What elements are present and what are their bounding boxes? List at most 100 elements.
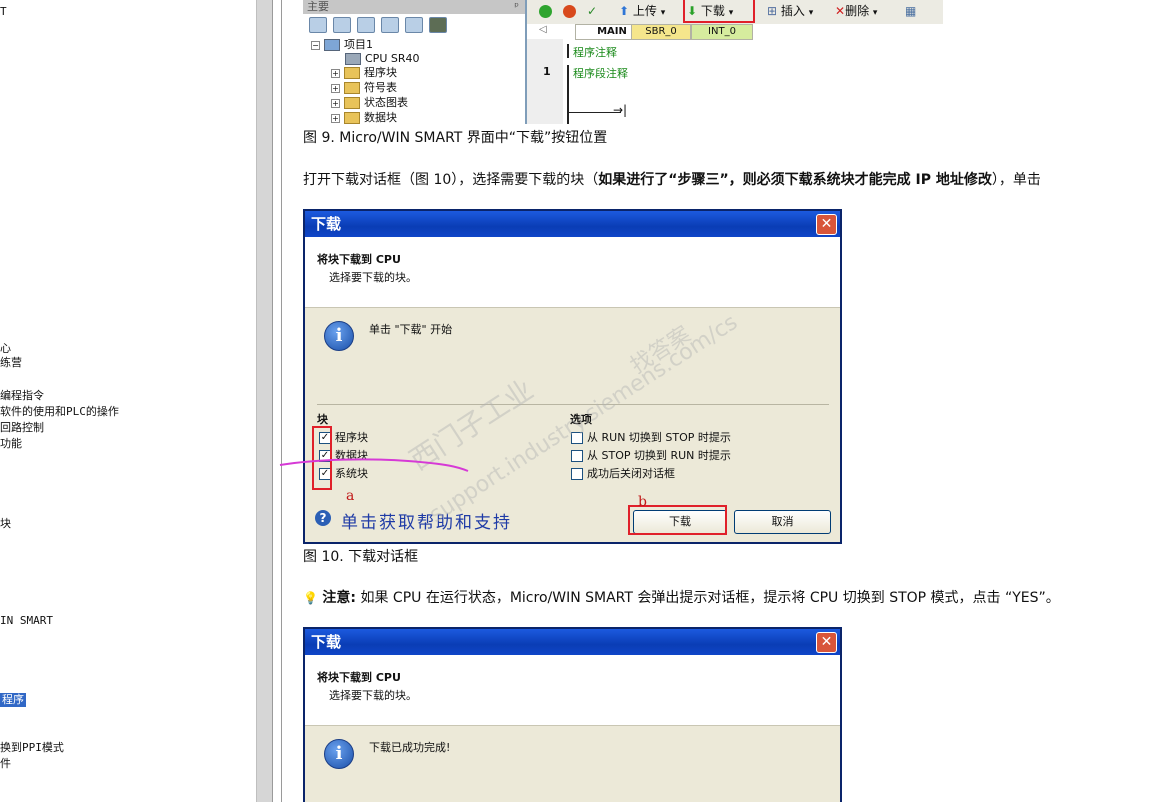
separator xyxy=(317,404,829,405)
delete-button[interactable]: ✕删除 ▾ xyxy=(835,2,877,21)
expand-icon[interactable]: + xyxy=(331,113,340,123)
tree-node-label: 数据块 xyxy=(364,111,397,124)
dialog-titlebar[interactable]: 下载 xyxy=(305,629,840,655)
paragraph-text: 打开下载对话框（图 10），选择需要下载的块（ xyxy=(303,172,599,188)
note-label: 注意: xyxy=(322,590,357,606)
comment-marker xyxy=(567,44,569,58)
cpu-icon xyxy=(345,53,361,65)
folder-icon xyxy=(344,67,360,79)
dialog-header-subtitle: 选择要下载的块。 xyxy=(329,689,417,702)
folder-icon xyxy=(344,112,360,124)
checkbox-label: 成功后关闭对话框 xyxy=(587,467,675,480)
note-paragraph: 💡 注意: 如果 CPU 在运行状态，Micro/WIN SMART 会弹出提示… xyxy=(303,587,1060,607)
checkbox-run-to-stop[interactable]: 从 RUN 切换到 STOP 时提示 xyxy=(571,431,731,445)
power-rail xyxy=(567,65,569,124)
close-icon[interactable]: ✕ xyxy=(816,214,837,235)
folder-icon xyxy=(344,97,360,109)
tree-node-data-block[interactable]: + 数据块 xyxy=(331,111,397,124)
splitter-bar[interactable] xyxy=(256,0,273,802)
help-icon[interactable]: ? xyxy=(315,510,331,526)
run-icon[interactable] xyxy=(539,2,552,21)
project-tree-toolbar xyxy=(309,17,453,35)
dialog-titlebar[interactable]: 下载 xyxy=(305,211,840,237)
checkbox-unchecked-icon[interactable] xyxy=(571,468,583,480)
pin-icon[interactable]: ᵖ xyxy=(514,0,519,14)
tab-sbr0[interactable]: SBR_0 xyxy=(631,24,691,40)
stop-icon[interactable] xyxy=(563,2,576,21)
network-comment[interactable]: 程序段注释 xyxy=(573,65,628,81)
figure-10-caption: 图 10. 下载对话框 xyxy=(303,549,419,565)
watermark-text: 找答案 xyxy=(626,322,696,379)
nav-item[interactable]: 心 xyxy=(0,342,11,356)
nav-item-selected[interactable]: 程序 xyxy=(0,693,26,707)
tree-tool-icon[interactable] xyxy=(357,17,375,33)
annotation-label: a xyxy=(346,488,355,504)
dialog-message: 单击 "下载" 开始 xyxy=(369,323,453,336)
project-tree-pane: 主要 ᵖ − 项目1 CPU SR40 + 程序块 + 符号表 + 状态图表 + 数据块 xyxy=(303,0,527,124)
upload-label: 上传 xyxy=(632,4,657,18)
tree-node-program-block[interactable]: + 程序块 xyxy=(331,66,397,80)
program-comment[interactable]: 程序注释 xyxy=(573,44,617,60)
nav-item[interactable]: 块 xyxy=(0,517,11,531)
lightbulb-icon: 💡 xyxy=(303,591,318,605)
tree-node-label: CPU SR40 xyxy=(365,52,420,65)
delete-label: 删除 xyxy=(845,4,870,18)
tree-node-label: 程序块 xyxy=(364,66,397,79)
collapse-icon[interactable]: − xyxy=(311,40,320,50)
help-link[interactable]: 单击获取帮助和支持 xyxy=(341,508,512,533)
blocks-group-label: 块 xyxy=(317,413,328,426)
expand-icon[interactable]: + xyxy=(331,98,340,108)
compile-icon[interactable]: ✓ xyxy=(587,2,597,21)
left-nav-tree: T 心 练营 编程指令 软件的使用和PLC的操作 回路控制 功能 块 IN SM… xyxy=(0,0,256,802)
insert-label: 插入 xyxy=(780,4,805,18)
checkbox-unchecked-icon[interactable] xyxy=(571,432,583,444)
highlight-download-button xyxy=(683,0,755,23)
nav-item[interactable]: T xyxy=(0,5,7,19)
paragraph-text: ），单击 xyxy=(991,172,1041,188)
upload-arrow-icon: ⬆ xyxy=(619,4,630,18)
tree-tool-icon[interactable] xyxy=(405,17,423,33)
project-icon xyxy=(324,39,340,51)
tree-node-project[interactable]: − 项目1 xyxy=(311,38,373,52)
expand-icon[interactable]: + xyxy=(331,83,340,93)
paragraph-bold-text: 如果进行了“步骤三”，则必须下载系统块才能完成 IP 地址修改 xyxy=(598,172,992,188)
dialog-header-title: 将块下载到 CPU xyxy=(317,253,401,266)
nav-item[interactable]: 功能 xyxy=(0,437,22,451)
project-tree-title: 主要 xyxy=(307,0,329,13)
tab-scroll-icon[interactable]: ◁ xyxy=(539,24,547,35)
close-icon[interactable]: ✕ xyxy=(816,632,837,653)
download-dialog: 下载 ✕ 将块下载到 CPU 选择要下载的块。 i 单击 "下载" 开始 块 ✓… xyxy=(303,209,842,544)
dialog-header: 将块下载到 CPU 选择要下载的块。 xyxy=(305,237,840,308)
cancel-button[interactable]: 取消 xyxy=(734,510,831,534)
tab-int0[interactable]: INT_0 xyxy=(691,24,753,40)
checkbox-label: 从 RUN 切换到 STOP 时提示 xyxy=(587,431,731,444)
options-group-label: 选项 xyxy=(570,413,592,426)
nav-item[interactable]: 回路控制 xyxy=(0,421,44,435)
tree-tool-icon[interactable] xyxy=(429,17,447,33)
info-icon: i xyxy=(324,739,354,769)
tree-node-cpu[interactable]: CPU SR40 xyxy=(345,52,419,66)
checkbox-stop-to-run[interactable]: 从 STOP 切换到 RUN 时提示 xyxy=(571,449,731,463)
nav-item[interactable]: 软件的使用和PLC的操作 xyxy=(0,405,119,419)
nav-item[interactable]: 件 xyxy=(0,757,11,771)
nav-item[interactable]: IN SMART xyxy=(0,614,53,628)
insert-button[interactable]: ⊞ 插入 ▾ xyxy=(767,2,813,21)
note-text: 如果 CPU 在运行状态，Micro/WIN SMART 会弹出提示对话框，提示… xyxy=(360,590,1060,606)
tree-tool-icon[interactable] xyxy=(381,17,399,33)
folder-icon xyxy=(344,82,360,94)
nav-item[interactable]: 练营 xyxy=(0,356,22,370)
pou-tabs: ◁ MAIN SBR_0 INT_0 xyxy=(527,24,943,40)
checkbox-unchecked-icon[interactable] xyxy=(571,450,583,462)
checkbox-close-on-success[interactable]: 成功后关闭对话框 xyxy=(571,467,675,481)
network-icon[interactable]: ▦ xyxy=(905,2,916,21)
tree-node-status-chart[interactable]: + 状态图表 xyxy=(331,96,408,110)
nav-item[interactable]: 编程指令 xyxy=(0,389,44,403)
nav-item[interactable]: 换到PPI模式 xyxy=(0,741,64,755)
figure-9-screenshot: 主要 ᵖ − 项目1 CPU SR40 + 程序块 + 符号表 + 状态图表 + 数据块 … xyxy=(303,0,943,124)
tree-tool-icon[interactable] xyxy=(333,17,351,33)
upload-button[interactable]: ⬆ 上传 ▾ xyxy=(619,2,665,21)
expand-icon[interactable]: + xyxy=(331,68,340,78)
tree-node-symbol-table[interactable]: + 符号表 xyxy=(331,81,397,95)
tree-tool-icon[interactable] xyxy=(309,17,327,33)
tree-node-label: 符号表 xyxy=(364,81,397,94)
